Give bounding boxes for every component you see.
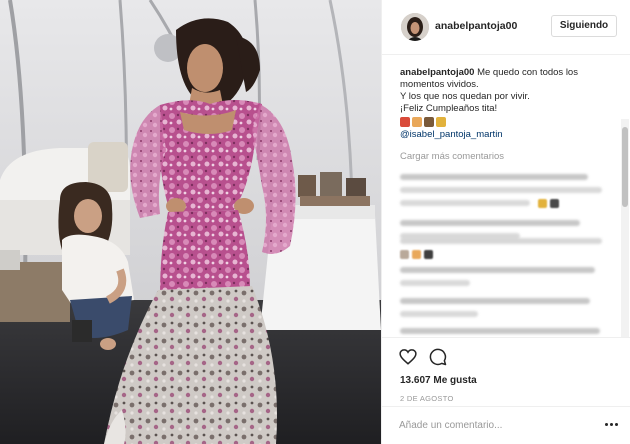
party-popper-emoji-icon: [424, 117, 434, 127]
following-button[interactable]: Siguiendo: [551, 15, 617, 37]
dancer-emoji-icon: [400, 117, 410, 127]
caption-mention[interactable]: @isabel_pantoja_martin: [400, 129, 618, 141]
load-more-comments-link[interactable]: Cargar más comentarios: [400, 151, 504, 162]
caption-username[interactable]: anabelpantoja00: [400, 67, 474, 78]
post-photo-image: [0, 0, 381, 444]
post-caption: anabelpantoja00 Me quedo con todos los m…: [400, 67, 618, 141]
scrollbar-thumb[interactable]: [622, 127, 628, 207]
comment-icon[interactable]: [429, 348, 447, 366]
likes-count[interactable]: 13.607 Me gusta: [400, 375, 477, 386]
caption-text-line-4: ¡Feliz Cumpleaños tita!: [400, 103, 498, 114]
post-date: 2 DE AGOSTO: [400, 394, 454, 403]
comments-section: anabelpantoja00 Me quedo con todos los m…: [382, 55, 630, 337]
post-sidebar: anabelpantoja00 Siguiendo anabelpantoja0…: [381, 0, 630, 444]
comment-input[interactable]: [399, 415, 589, 435]
avatar-image: [401, 13, 429, 41]
comments-scrollbar[interactable]: [621, 119, 629, 337]
post-header: anabelpantoja00 Siguiendo: [382, 0, 630, 55]
gift-emoji-icon: [436, 117, 446, 127]
post-actions: 13.607 Me gusta 2 DE AGOSTO: [382, 337, 630, 403]
cake-emoji-icon: [412, 117, 422, 127]
add-comment-bar: [382, 406, 630, 444]
avatar[interactable]: [401, 13, 429, 41]
caption-text-line-1: Me quedo con todos los: [474, 67, 578, 78]
heart-icon[interactable]: [399, 348, 417, 366]
caption-emoji-row: [400, 116, 618, 128]
post-photo[interactable]: [0, 0, 381, 444]
post-username[interactable]: anabelpantoja00: [435, 20, 517, 32]
caption-text-line-2: momentos vividos.: [400, 79, 479, 90]
more-options-icon[interactable]: [603, 419, 619, 429]
caption-text-line-3: Y los que nos quedan por vivir.: [400, 91, 530, 102]
